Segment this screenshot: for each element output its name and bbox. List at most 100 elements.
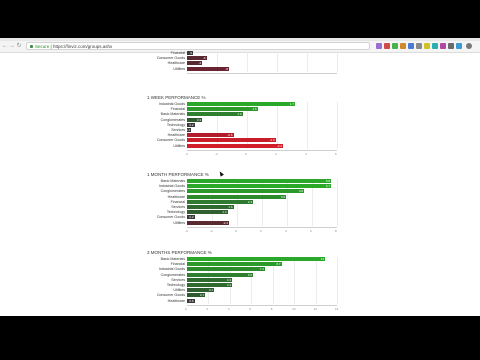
bar-value: 6.5 xyxy=(247,272,252,277)
bar-row[interactable]: Consumer Goods 2.1 xyxy=(157,293,337,298)
bar: 8.7 xyxy=(187,262,282,267)
bar: 1.5 xyxy=(187,107,258,112)
bar-row[interactable]: Conglomerates 6.5 xyxy=(161,272,337,277)
bar-row[interactable]: Industrial Goods 5.7 xyxy=(159,184,337,189)
bar-row[interactable]: Utilities -2.4 xyxy=(173,220,337,225)
bar-value: 7.2 xyxy=(259,267,264,272)
extension-icon[interactable] xyxy=(384,43,390,49)
x-tick-label: 0 xyxy=(185,306,187,311)
address-bar[interactable]: Secure | https://finviz.com/groups.ashx xyxy=(26,42,370,50)
forward-icon[interactable]: → xyxy=(9,43,15,49)
bar-row[interactable]: Industrial Goods 1.7 xyxy=(159,102,337,106)
bar: -0.6 xyxy=(187,133,234,138)
bar-row[interactable]: Basic Materials 5.8 xyxy=(161,179,337,183)
bar-label: Healthcare xyxy=(167,61,185,66)
bar-row[interactable]: Basic Materials 1.3 xyxy=(161,112,337,117)
bar-value: 3.1 xyxy=(208,288,213,293)
bar-value: 0.2 xyxy=(189,215,194,220)
x-tick-label: 6 xyxy=(335,151,337,156)
bar-value: -2.4 xyxy=(222,220,228,225)
bar-row[interactable]: Healthcare 0.6 xyxy=(168,298,337,303)
extension-icon[interactable] xyxy=(376,43,382,49)
bar-label: Industrial Goods xyxy=(158,102,185,106)
bar-row[interactable]: Utilities 3.1 xyxy=(173,288,337,293)
bar-label: Technology xyxy=(166,122,185,127)
bar: 13 xyxy=(187,257,325,261)
bar-row[interactable]: Conglomerates 4.8 xyxy=(161,189,337,194)
x-tick-label: 4 xyxy=(305,151,307,156)
x-tick-label: -4 xyxy=(185,151,188,156)
bar-row[interactable]: Utilities -8 xyxy=(173,66,337,71)
x-tick-label: 6 xyxy=(249,306,251,311)
bar-label: Basic Materials xyxy=(160,257,185,261)
bar-row[interactable]: Basic Materials 13 xyxy=(161,257,337,261)
extension-icon[interactable] xyxy=(400,43,406,49)
bar-label: Consumer Goods xyxy=(156,293,185,298)
chart-section-1-month: 1 MONTH PERFORMANCE % Basic Materials 5.8… xyxy=(147,172,345,233)
bar-value: 1.5 xyxy=(252,107,257,112)
bar-row[interactable]: Utilities -2.2 xyxy=(173,143,337,148)
bar: 9 xyxy=(187,51,193,55)
bar-label: Services xyxy=(171,277,185,282)
bar: 3.9 xyxy=(187,194,286,199)
bar-value: 1.3 xyxy=(237,112,242,117)
bar: 4.3 xyxy=(187,283,232,287)
reload-icon[interactable]: ↻ xyxy=(16,43,22,49)
bar: 1.7 xyxy=(187,102,295,106)
bar-row[interactable]: Conglomerates 0.3 xyxy=(161,117,337,122)
bar-row[interactable]: Financial 8.7 xyxy=(171,262,337,267)
bar-label: Healthcare xyxy=(167,133,185,138)
extension-icon[interactable] xyxy=(440,43,446,49)
bar-label: Industrial Goods xyxy=(158,184,185,189)
x-tick-label: 0 xyxy=(235,228,237,233)
bar: -4 xyxy=(187,61,202,66)
bar-value: 9 xyxy=(190,51,192,55)
extension-icon[interactable] xyxy=(432,43,438,49)
x-tick-label: 2 xyxy=(260,228,262,233)
bar-value: 3.9 xyxy=(280,194,285,199)
extension-icon[interactable] xyxy=(424,43,430,49)
bar: 1.6 xyxy=(187,205,234,209)
grid-line xyxy=(337,179,338,226)
secure-label: Secure xyxy=(35,44,50,49)
extension-icon[interactable] xyxy=(416,43,422,49)
bar-row[interactable]: Technology 1.4 xyxy=(167,210,337,215)
extension-icon[interactable] xyxy=(392,43,398,49)
bar-row[interactable]: Healthcare 3.9 xyxy=(168,194,337,199)
extension-icon[interactable] xyxy=(448,43,454,49)
bar-row[interactable]: Healthcare -0.6 xyxy=(168,133,337,138)
bar-row[interactable]: Technology 0.2 xyxy=(167,122,337,127)
x-tick-label: 10 xyxy=(292,306,296,311)
bar-value: 4.3 xyxy=(226,277,231,282)
extension-icon[interactable] xyxy=(408,43,414,49)
bar-row[interactable]: Healthcare -4 xyxy=(168,61,337,66)
bar-row[interactable]: Financial 2.3 xyxy=(171,199,337,204)
bar-row[interactable]: Financial 9 xyxy=(171,51,337,55)
bar-label: Consumer Goods xyxy=(156,138,185,143)
address-url: https://finviz.com/groups.ashx xyxy=(52,44,113,49)
bar-row[interactable]: Consumer Goods -1.3 xyxy=(157,138,337,143)
bar-row[interactable]: Services 4.3 xyxy=(171,277,337,282)
x-tick-label: -2 xyxy=(210,228,213,233)
section-title: 1 WEEK PERFORMANCE % xyxy=(147,95,206,100)
bar-row[interactable]: Financial 1.5 xyxy=(171,107,337,112)
bar-row[interactable]: Technology 4.3 xyxy=(167,283,337,287)
bar-label: Technology xyxy=(166,283,185,287)
bar-label: Services xyxy=(171,205,185,209)
back-icon[interactable]: ← xyxy=(2,43,8,49)
bar-value: -4 xyxy=(198,61,201,66)
bar-row[interactable]: Consumer Goods -6 xyxy=(157,56,337,61)
bar-row[interactable]: Services 1.6 xyxy=(171,205,337,209)
bar-row[interactable]: Consumer Goods 0.2 xyxy=(157,215,337,220)
bar-value: 2.1 xyxy=(199,293,204,298)
bar-value: 0.1 xyxy=(185,128,190,132)
bar-row[interactable]: Services 0.1 xyxy=(171,128,337,132)
extension-icon[interactable] xyxy=(456,43,462,49)
bar-row[interactable]: Industrial Goods 7.2 xyxy=(159,267,337,272)
lock-icon xyxy=(30,45,33,49)
bar-label: Utilities xyxy=(173,220,185,225)
bar: 1.3 xyxy=(187,112,243,117)
bar-label: Financial xyxy=(170,199,185,204)
bar-value: -0.6 xyxy=(227,133,233,138)
menu-icon[interactable] xyxy=(466,43,472,49)
